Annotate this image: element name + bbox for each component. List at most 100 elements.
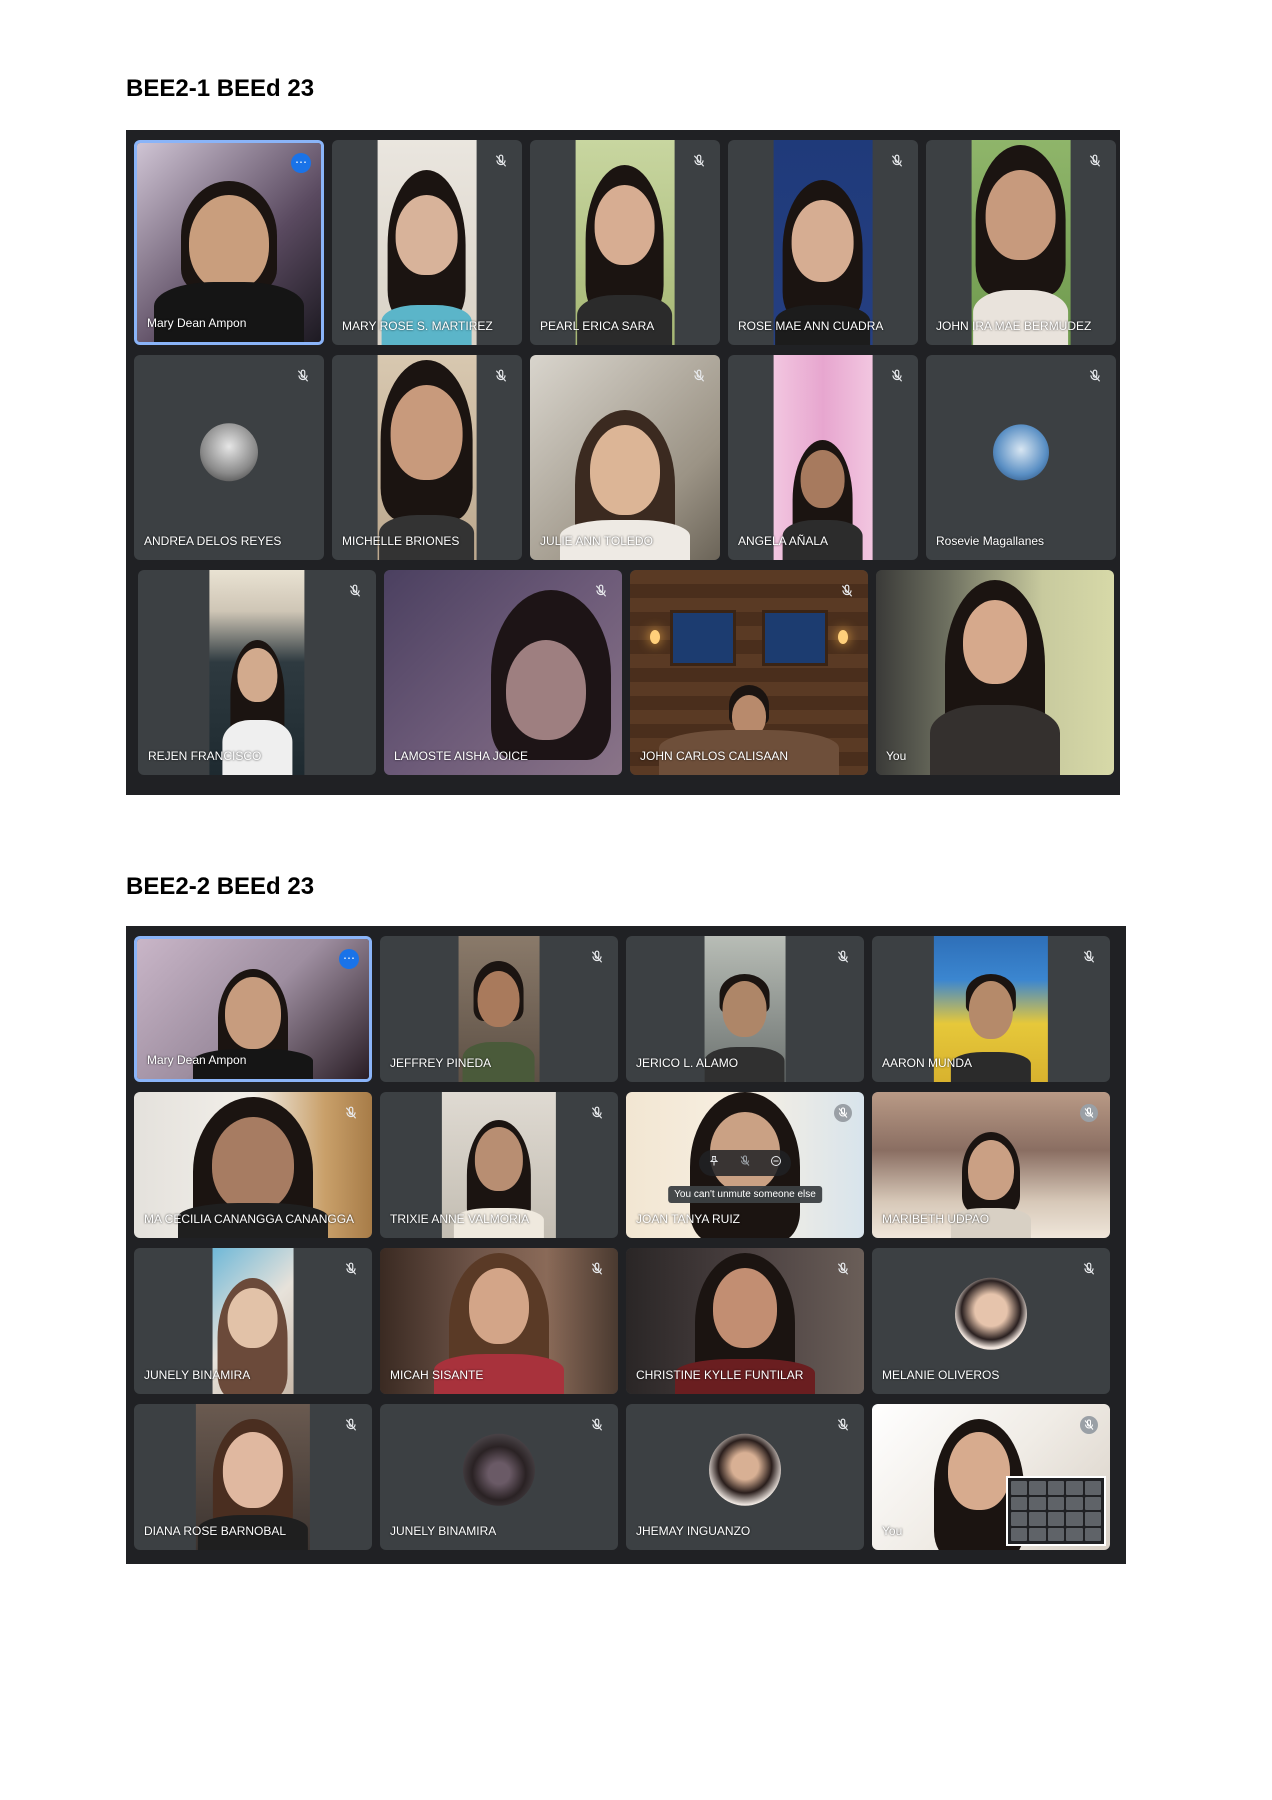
- avatar: [955, 1277, 1027, 1350]
- more-options-icon[interactable]: ⋯: [339, 949, 359, 969]
- participant-tile[interactable]: MARY ROSE S. MARTIREZ: [332, 140, 522, 345]
- mic-off-icon: [1080, 1104, 1098, 1122]
- mic-off-icon: [588, 948, 606, 966]
- participant-tile[interactable]: ⋯ Mary Dean Ampon: [134, 936, 372, 1082]
- participant-name: JERICO L. ALAMO: [636, 1056, 739, 1070]
- participant-tile[interactable]: JHEMAY INGUANZO: [626, 1404, 864, 1550]
- participant-tile[interactable]: JOHN IRA MAE BERMUDEZ: [926, 140, 1116, 345]
- participant-name: TRIXIE ANNE VALMORIA: [390, 1212, 530, 1226]
- participant-name: Mary Dean Ampon: [147, 1053, 247, 1067]
- mic-off-icon: [690, 367, 708, 385]
- mic-off-icon: [492, 152, 510, 170]
- participant-tile[interactable]: MARIBETH UDPAO: [872, 1092, 1110, 1238]
- participant-tile[interactable]: LAMOSTE AISHA JOICE: [384, 570, 622, 775]
- more-options-icon[interactable]: ⋯: [291, 153, 311, 173]
- participant-tile[interactable]: ROSE MAE ANN CUADRA: [728, 140, 918, 345]
- participant-tile[interactable]: Rosevie Magallanes: [926, 355, 1116, 560]
- video-feed: [209, 570, 305, 775]
- participant-name: LAMOSTE AISHA JOICE: [394, 749, 529, 763]
- mic-off-icon: [690, 152, 708, 170]
- participant-tile[interactable]: ⋯ Mary Dean Ampon: [134, 140, 324, 345]
- video-feed: [773, 140, 873, 345]
- participant-tile[interactable]: MA CECILIA CANANGGA CANANGGA: [134, 1092, 372, 1238]
- participant-tile[interactable]: CHRISTINE KYLLE FUNTILAR: [626, 1248, 864, 1394]
- avatar: [993, 423, 1049, 480]
- mic-off-icon: [838, 582, 856, 600]
- video-feed: [773, 355, 873, 560]
- avatar: [200, 422, 258, 481]
- participant-name: CHRISTINE KYLLE FUNTILAR: [636, 1368, 804, 1382]
- mic-off-icon: [834, 948, 852, 966]
- participant-tile[interactable]: JOHN CARLOS CALISAAN: [630, 570, 868, 775]
- participant-name: MARY ROSE S. MARTIREZ: [342, 319, 493, 333]
- participant-name: MICHELLE BRIONES: [342, 534, 460, 548]
- mic-off-icon: [588, 1104, 606, 1122]
- remove-icon[interactable]: [770, 1154, 782, 1172]
- participant-tile[interactable]: You: [872, 1404, 1110, 1550]
- participant-tile[interactable]: JEFFREY PINEDA: [380, 936, 618, 1082]
- participant-tile[interactable]: DIANA ROSE BARNOBAL: [134, 1404, 372, 1550]
- participant-tile[interactable]: JUNELY BINAMIRA: [134, 1248, 372, 1394]
- participant-tile[interactable]: PEARL ERICA SARA: [530, 140, 720, 345]
- pin-icon[interactable]: [708, 1154, 720, 1172]
- mic-off-icon: [834, 1104, 852, 1122]
- video-feed: [575, 140, 675, 345]
- section-title-bee2-1: BEE2-1 BEEd 23: [126, 75, 315, 102]
- participant-name: JOHN CARLOS CALISAAN: [640, 749, 789, 763]
- participant-name: ANDREA DELOS REYES: [144, 534, 282, 548]
- mic-off-icon: [346, 582, 364, 600]
- participant-tile[interactable]: ANGELA AÑALA: [728, 355, 918, 560]
- participant-name: AARON MUNDA: [882, 1056, 973, 1070]
- participant-tile[interactable]: ANDREA DELOS REYES: [134, 355, 324, 560]
- mic-off-icon: [294, 367, 312, 385]
- participant-name: MARIBETH UDPAO: [882, 1212, 990, 1226]
- video-feed: [630, 570, 868, 775]
- participant-name: JEFFREY PINEDA: [390, 1056, 492, 1070]
- participant-tile[interactable]: JULIE ANN TOLEDO: [530, 355, 720, 560]
- mic-off-icon: [588, 1416, 606, 1434]
- mic-off-icon: [834, 1260, 852, 1278]
- participant-name: MELANIE OLIVEROS: [882, 1368, 1000, 1382]
- participant-tile[interactable]: TRIXIE ANNE VALMORIA: [380, 1092, 618, 1238]
- video-feed: [377, 355, 477, 560]
- participant-tile[interactable]: REJEN FRANCISCO: [138, 570, 376, 775]
- participant-tile[interactable]: JERICO L. ALAMO: [626, 936, 864, 1082]
- mic-off-icon: [342, 1104, 360, 1122]
- mic-off-icon[interactable]: [739, 1154, 751, 1172]
- participant-name: ANGELA AÑALA: [738, 534, 829, 548]
- self-view-thumbnail[interactable]: [1006, 1476, 1106, 1546]
- participant-tile[interactable]: You can't unmute someone else JOAN TANYA…: [626, 1092, 864, 1238]
- meet-screenshot-bee2-1: ⋯ Mary Dean Ampon MARY ROSE S. MARTIREZ …: [126, 130, 1120, 795]
- participant-tile[interactable]: MELANIE OLIVEROS: [872, 1248, 1110, 1394]
- participant-name: Mary Dean Ampon: [147, 316, 247, 330]
- meet-screenshot-bee2-2: ⋯ Mary Dean Ampon JEFFREY PINEDA JERICO …: [126, 926, 1126, 1564]
- mic-off-icon: [888, 152, 906, 170]
- section-title-bee2-2: BEE2-2 BEEd 23: [126, 873, 315, 900]
- participant-name: You: [882, 1524, 903, 1538]
- participant-tile[interactable]: JUNELY BINAMIRA: [380, 1404, 618, 1550]
- mic-off-icon: [834, 1416, 852, 1434]
- participant-tile[interactable]: MICAH SISANTE: [380, 1248, 618, 1394]
- video-feed: [384, 570, 622, 775]
- participant-name: JHEMAY INGUANZO: [636, 1524, 751, 1538]
- mic-off-icon: [342, 1260, 360, 1278]
- participant-name: Rosevie Magallanes: [936, 534, 1045, 548]
- mic-off-icon: [888, 367, 906, 385]
- mic-off-icon: [1080, 1260, 1098, 1278]
- participant-name: JULIE ANN TOLEDO: [540, 534, 653, 548]
- avatar: [463, 1433, 535, 1506]
- video-feed: [377, 140, 477, 345]
- avatar: [709, 1433, 781, 1506]
- mic-off-icon: [1080, 1416, 1098, 1434]
- participant-name: You: [886, 749, 907, 763]
- video-feed: [530, 355, 720, 560]
- participant-name: PEARL ERICA SARA: [540, 319, 655, 333]
- participant-tile[interactable]: AARON MUNDA: [872, 936, 1110, 1082]
- participant-tile[interactable]: MICHELLE BRIONES: [332, 355, 522, 560]
- participant-tile[interactable]: You: [876, 570, 1114, 775]
- participant-name: ROSE MAE ANN CUADRA: [738, 319, 884, 333]
- video-feed: [137, 143, 321, 342]
- video-feed: [876, 570, 1114, 775]
- participant-name: JOAN TANYA RUIZ: [636, 1212, 741, 1226]
- participant-name: DIANA ROSE BARNOBAL: [144, 1524, 287, 1538]
